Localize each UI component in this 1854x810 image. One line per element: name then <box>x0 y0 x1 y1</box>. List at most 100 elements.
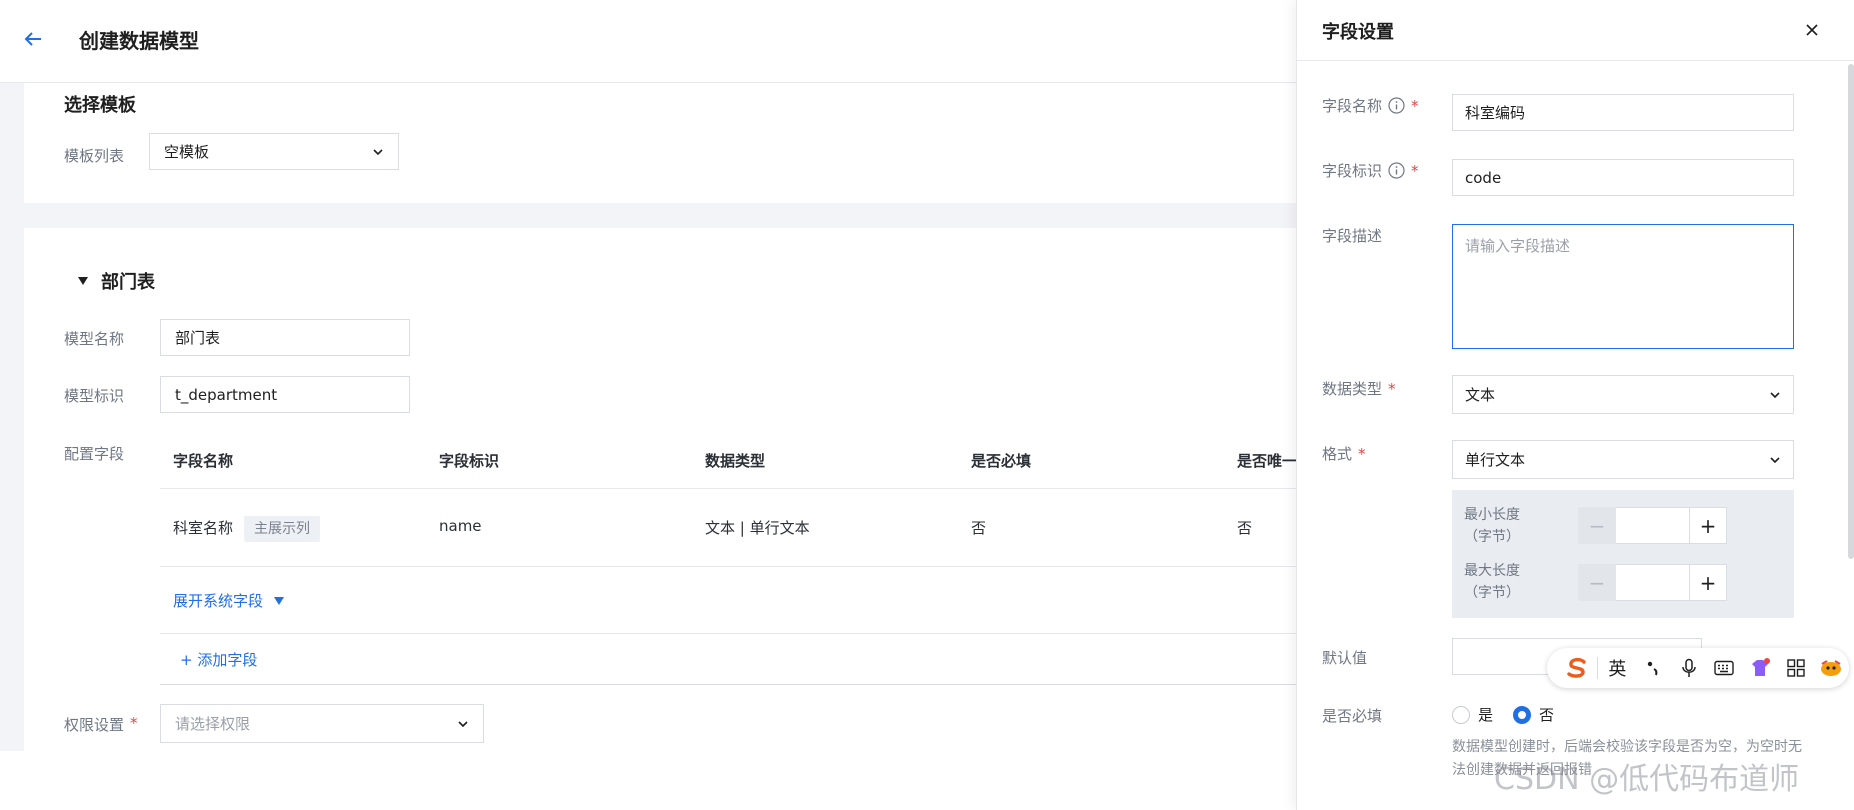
ime-toolbar: 英 <box>1547 648 1849 688</box>
watermark: CSDN @低代码布道师 <box>1494 762 1800 797</box>
chevron-down-icon <box>373 148 383 155</box>
column-header: 字段名称 <box>173 452 234 470</box>
template-section-title: 选择模板 <box>64 95 136 116</box>
max-length-input[interactable] <box>1616 564 1689 601</box>
template-list-label: 模板列表 <box>64 147 125 165</box>
chevron-down-icon <box>1770 456 1780 463</box>
table-row[interactable]: 科室名称 主展示列 name 文本 | 单行文本 否 否 <box>160 490 1296 567</box>
data-type-select[interactable]: 文本 <box>1452 375 1794 414</box>
drawer-scrollbar[interactable] <box>1848 64 1854 559</box>
template-select[interactable]: 空模板 <box>149 133 399 170</box>
ime-lang-toggle[interactable]: 英 <box>1600 648 1636 688</box>
back-arrow-icon[interactable] <box>22 28 44 50</box>
max-length-label-line2: （字节） <box>1464 585 1520 601</box>
column-header: 字段标识 <box>439 452 500 470</box>
max-length-label: 最大长度 （字节） <box>1464 560 1520 604</box>
add-field-link[interactable]: + 添加字段 <box>180 649 257 670</box>
info-icon[interactable] <box>1388 97 1405 114</box>
footer-area <box>0 751 1296 810</box>
header-bar: 创建数据模型 <box>0 0 1296 83</box>
expand-system-fields-link[interactable]: 展开系统字段 <box>173 590 285 611</box>
format-label: 格式 * <box>1322 443 1366 464</box>
format-label-text: 格式 <box>1322 445 1353 463</box>
dept-section-title: 部门表 <box>101 272 155 293</box>
max-length-stepper[interactable]: − + <box>1578 564 1727 601</box>
page-title: 创建数据模型 <box>79 29 199 53</box>
radio-circle-checked <box>1513 705 1531 724</box>
min-length-label-line2: （字节） <box>1464 529 1520 545</box>
mascot-icon[interactable] <box>1813 648 1849 688</box>
model-id-input[interactable]: t_department <box>160 376 410 413</box>
info-icon[interactable] <box>1388 162 1405 179</box>
row-field-name: 科室名称 <box>173 519 234 537</box>
permission-select[interactable]: 请选择权限 <box>160 704 484 743</box>
increment-button[interactable]: + <box>1689 507 1727 544</box>
permission-label-text: 权限设置 <box>64 716 125 734</box>
data-type-select-value: 文本 <box>1465 386 1496 404</box>
caret-down-icon <box>274 596 285 605</box>
data-type-label-text: 数据类型 <box>1322 380 1383 398</box>
permission-select-placeholder: 请选择权限 <box>175 715 251 733</box>
radio-no[interactable]: 否 <box>1513 704 1554 725</box>
min-length-input[interactable] <box>1616 507 1689 544</box>
expand-link-label: 展开系统字段 <box>173 592 264 610</box>
field-name-label-text: 字段名称 <box>1322 97 1383 115</box>
config-fields-label: 配置字段 <box>64 445 125 463</box>
required-mark: * <box>1411 161 1419 180</box>
required-mark: * <box>130 714 138 732</box>
radio-no-label: 否 <box>1539 706 1555 724</box>
field-id-label-text: 字段标识 <box>1322 162 1383 180</box>
row-data-type: 文本 | 单行文本 <box>705 519 810 537</box>
model-id-label: 模型标识 <box>64 387 125 405</box>
default-value-label: 默认值 <box>1322 649 1368 667</box>
close-icon[interactable] <box>1804 22 1820 38</box>
sogou-logo-icon[interactable] <box>1559 648 1595 688</box>
field-id-label: 字段标识 * <box>1322 160 1419 181</box>
field-settings-drawer: 字段设置 字段名称 * 科室编码 字段标识 * code 字段描述 请输入字段描… <box>1296 0 1854 810</box>
required-mark: * <box>1388 379 1396 398</box>
grid-menu-icon[interactable] <box>1778 648 1814 688</box>
divider <box>160 633 1296 634</box>
format-select-value: 单行文本 <box>1465 451 1526 469</box>
min-length-label: 最小长度 （字节） <box>1464 504 1520 548</box>
field-desc-label: 字段描述 <box>1322 227 1383 245</box>
field-name-label: 字段名称 * <box>1322 95 1419 116</box>
required-setting-label: 是否必填 <box>1322 707 1383 725</box>
model-name-input[interactable]: 部门表 <box>160 319 410 356</box>
radio-yes-label: 是 <box>1478 706 1494 724</box>
keyboard-icon[interactable] <box>1706 648 1742 688</box>
decrement-button[interactable]: − <box>1578 507 1616 544</box>
primary-display-tag: 主展示列 <box>244 516 320 542</box>
drawer-title: 字段设置 <box>1322 22 1394 43</box>
row-field-id: name <box>439 517 482 535</box>
chevron-down-icon <box>458 720 468 727</box>
decrement-button[interactable]: − <box>1578 564 1616 601</box>
length-settings-box: 最小长度 （字节） − + 最大长度 （字节） − + <box>1452 490 1794 618</box>
page: 创建数据模型 选择模板 模板列表 空模板 部门表 模型名称 部门表 模型标识 t… <box>0 0 1854 810</box>
model-name-label: 模型名称 <box>64 330 125 348</box>
min-length-stepper[interactable]: − + <box>1578 507 1727 544</box>
skin-shirt-icon[interactable] <box>1742 648 1778 688</box>
min-length-label-line1: 最小长度 <box>1464 507 1520 523</box>
field-id-input[interactable]: code <box>1452 159 1794 196</box>
divider <box>160 684 1296 685</box>
radio-circle <box>1452 705 1470 724</box>
collapse-triangle-icon[interactable] <box>77 276 89 286</box>
data-type-label: 数据类型 * <box>1322 378 1396 399</box>
column-header: 是否必填 <box>971 452 1032 470</box>
field-desc-textarea[interactable]: 请输入字段描述 <box>1452 224 1794 349</box>
radio-yes[interactable]: 是 <box>1452 704 1493 725</box>
punctuation-icon[interactable] <box>1635 648 1671 688</box>
format-select[interactable]: 单行文本 <box>1452 440 1794 479</box>
separator <box>1596 657 1598 679</box>
template-select-value: 空模板 <box>164 143 210 161</box>
field-name-input[interactable]: 科室编码 <box>1452 94 1794 131</box>
chevron-down-icon <box>1770 391 1780 398</box>
microphone-icon[interactable] <box>1671 648 1707 688</box>
increment-button[interactable]: + <box>1689 564 1727 601</box>
row-unique: 否 <box>1237 519 1253 537</box>
drawer-header: 字段设置 <box>1297 0 1854 61</box>
row-required: 否 <box>971 519 987 537</box>
template-card: 选择模板 模板列表 空模板 <box>24 83 1296 203</box>
fields-table-header: 字段名称 字段标识 数据类型 是否必填 是否唯一 <box>160 430 1296 489</box>
